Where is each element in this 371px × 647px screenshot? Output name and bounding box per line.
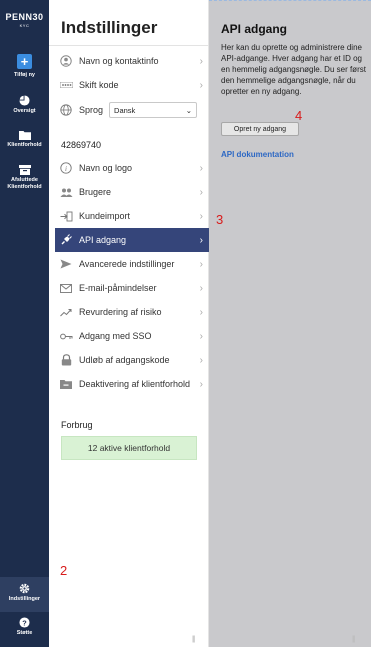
settings-item-risk-reassessment[interactable]: Revurdering af risiko ›: [55, 300, 209, 324]
rail-item-clients[interactable]: Klientforhold: [0, 130, 49, 149]
chevron-right-icon: ›: [199, 282, 203, 294]
settings-item-change-password[interactable]: Skift kode ›: [55, 73, 209, 97]
settings-item-language: Sprog Dansk ⌄: [55, 98, 209, 122]
users-icon: [59, 185, 73, 199]
archive-box-icon: [18, 165, 31, 175]
settings-item-label: Revurdering af risiko: [79, 307, 162, 317]
settings-item-name-logo[interactable]: i Navn og logo ›: [55, 156, 209, 180]
left-rail: PENN30 KYC + Tilføj ny Oversigt Klientfo…: [0, 0, 49, 647]
rail-item-label: Tilføj ny: [14, 72, 35, 78]
chevron-right-icon: ›: [199, 55, 203, 67]
rail-item-add-new[interactable]: + Tilføj ny: [0, 54, 49, 79]
rail-item-label: Afsluttede Klientforhold: [7, 177, 42, 190]
rail-item-closed-clients[interactable]: Afsluttede Klientforhold: [0, 165, 49, 191]
settings-item-label: Deaktivering af klientforhold: [79, 379, 191, 389]
rail-item-overview[interactable]: Oversigt: [0, 95, 49, 115]
folder-minus-icon: [59, 377, 73, 391]
settings-item-sso[interactable]: Adgang med SSO ›: [55, 324, 209, 348]
usage-badge: 12 aktive klientforhold: [61, 436, 197, 460]
settings-item-customer-import[interactable]: Kundeimport ›: [55, 204, 209, 228]
rail-item-label: Støtte: [16, 630, 33, 636]
rail-item-label: Oversigt: [13, 108, 36, 114]
chevron-right-icon: ›: [199, 210, 203, 222]
key-icon: [59, 329, 73, 343]
trend-icon: [59, 305, 73, 319]
folder-icon: [18, 131, 31, 140]
pie-chart-icon: [19, 95, 30, 106]
divider: [49, 45, 209, 46]
chevron-right-icon: ›: [199, 306, 203, 318]
plus-icon: +: [17, 54, 32, 69]
settings-item-label: Navn og kontaktinfo: [79, 56, 159, 66]
chevron-right-icon: ›: [199, 79, 203, 91]
chevron-right-icon: ›: [199, 258, 203, 270]
import-icon: [59, 209, 73, 223]
annotation-marker-2: 2: [60, 563, 68, 578]
settings-panel: Indstillinger Navn og kontaktinfo › Skif…: [49, 0, 209, 647]
chevron-down-icon: ⌄: [185, 105, 192, 115]
language-value: Dansk: [114, 105, 136, 115]
settings-item-email-reminders[interactable]: E-mail-påmindelser ›: [55, 276, 209, 300]
help-icon: ?: [19, 617, 30, 628]
gear-icon: [19, 583, 30, 594]
annotation-marker-3: 3: [216, 212, 224, 227]
brand-name: PENN30: [5, 12, 44, 22]
settings-title: Indstillinger: [61, 18, 158, 37]
usage-label: Forbrug: [61, 420, 93, 430]
chevron-right-icon: ›: [199, 330, 203, 342]
password-dots-icon: [59, 78, 73, 92]
api-title: API adgang: [221, 22, 288, 36]
settings-item-advanced[interactable]: Avancerede indstillinger ›: [55, 252, 209, 276]
settings-item-label: Adgang med SSO: [79, 331, 152, 341]
plug-icon: [59, 233, 73, 247]
settings-item-label: Avancerede indstillinger: [79, 259, 175, 269]
settings-item-api-access[interactable]: API adgang ›: [55, 228, 209, 252]
chevron-right-icon: ›: [199, 162, 203, 174]
settings-item-label: Navn og logo: [79, 163, 133, 173]
svg-text:?: ?: [22, 618, 27, 627]
settings-item-users[interactable]: Brugere ›: [55, 180, 209, 204]
user-circle-icon: [59, 54, 73, 68]
lock-icon: [59, 353, 73, 367]
settings-item-label: Skift kode: [79, 80, 119, 90]
settings-item-deactivate-clients[interactable]: Deaktivering af klientforhold ›: [55, 372, 209, 396]
rail-item-support[interactable]: ? Støtte: [0, 617, 49, 637]
top-dashed-line: [209, 0, 371, 6]
chevron-right-icon: ›: [199, 354, 203, 366]
info-icon: i: [59, 161, 73, 175]
language-select[interactable]: Dansk ⌄: [109, 102, 197, 118]
settings-item-label: Udløb af adgangskode: [79, 355, 170, 365]
chevron-right-icon: ›: [199, 234, 203, 246]
api-description: Her kan du oprette og administrere dine …: [221, 43, 366, 96]
chevron-right-icon: ›: [199, 186, 203, 198]
annotation-marker-4: 4: [295, 108, 303, 123]
envelope-icon: [59, 281, 73, 295]
company-id: 42869740: [61, 140, 102, 150]
send-icon: [59, 257, 73, 271]
api-content: API adgang Her kan du oprette og adminis…: [209, 0, 371, 647]
chevron-right-icon: ›: [199, 378, 203, 390]
settings-item-label: API adgang: [79, 235, 127, 245]
settings-item-password-expiry[interactable]: Udløb af adgangskode ›: [55, 348, 209, 372]
rail-item-settings[interactable]: Indstillinger: [0, 577, 49, 612]
settings-item-label: E-mail-påmindelser: [79, 283, 157, 293]
api-documentation-link[interactable]: API dokumentation: [221, 150, 294, 159]
resize-handle[interactable]: |||: [352, 636, 356, 643]
brand-sub: KYC: [19, 23, 30, 28]
rail-item-label: Indstillinger: [8, 596, 41, 602]
language-label: Sprog: [79, 105, 104, 115]
resize-handle[interactable]: |||: [192, 636, 196, 643]
globe-icon: [59, 103, 73, 117]
brand-logo[interactable]: PENN30 KYC: [0, 12, 49, 28]
settings-item-name-contact[interactable]: Navn og kontaktinfo ›: [55, 49, 209, 73]
svg-text:i: i: [65, 165, 67, 173]
rail-item-label: Klientforhold: [7, 142, 42, 148]
settings-item-label: Brugere: [79, 187, 112, 197]
settings-item-label: Kundeimport: [79, 211, 131, 221]
create-access-button[interactable]: Opret ny adgang: [221, 122, 299, 136]
